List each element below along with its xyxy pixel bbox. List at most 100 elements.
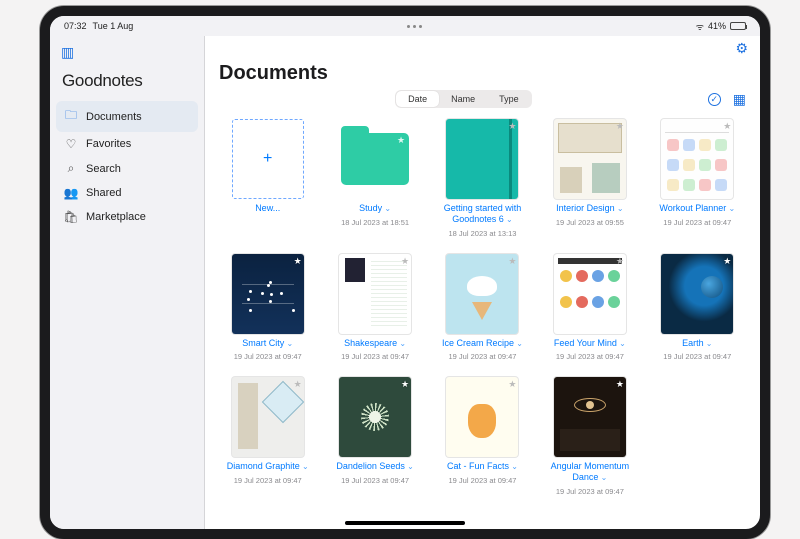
new-document-cell[interactable]: + New...: [219, 119, 316, 238]
app-brand: Goodnotes: [56, 69, 198, 99]
document-cell[interactable]: Ice Cream Recipe ⌄ 19 Jul 2023 at 09:47: [434, 254, 531, 362]
home-indicator[interactable]: [345, 521, 465, 525]
select-mode-icon[interactable]: ✓: [708, 93, 721, 106]
document-date: 19 Jul 2023 at 09:47: [234, 352, 302, 361]
document-title[interactable]: Diamond Graphite ⌄: [227, 461, 309, 472]
document-date: 18 Jul 2023 at 18:51: [341, 218, 409, 227]
chevron-down-icon: ⌄: [300, 462, 309, 471]
sidebar-item-shared[interactable]: 👥 Shared: [56, 181, 198, 205]
chevron-down-icon: ⌄: [284, 339, 293, 348]
document-cell[interactable]: Feed Your Mind ⌄ 19 Jul 2023 at 09:47: [541, 254, 638, 362]
document-cell[interactable]: Shakespeare ⌄19 Jul 2023 at 09:47: [326, 254, 423, 362]
documents-grid: + New... Study ⌄ 18 Jul 2023 at 18:51 Gettin…: [219, 119, 746, 496]
folder-thumb[interactable]: [339, 119, 411, 199]
document-title[interactable]: Workout Planner ⌄: [659, 203, 735, 214]
document-thumb[interactable]: [446, 377, 518, 457]
document-cell[interactable]: Workout Planner ⌄ 19 Jul 2023 at 09:47: [649, 119, 746, 238]
document-cell[interactable]: Dandelion Seeds ⌄ 19 Jul 2023 at 09:47: [326, 377, 423, 496]
document-date: 19 Jul 2023 at 09:47: [663, 352, 731, 361]
chevron-down-icon: ⌄: [405, 462, 414, 471]
new-document-thumb[interactable]: +: [232, 119, 304, 199]
folder-icon: 🗀: [64, 106, 78, 127]
chevron-down-icon: ⌄: [514, 339, 523, 348]
bag-icon: 🛍: [64, 210, 78, 224]
sort-option-type[interactable]: Type: [487, 91, 531, 107]
document-cell[interactable]: Cat - Fun Facts ⌄ 19 Jul 2023 at 09:47: [434, 377, 531, 496]
sidebar: ▥ Goodnotes 🗀 Documents ♡Favorites ⌕ Search 👥…: [50, 36, 205, 529]
document-date: 19 Jul 2023 at 09:55: [556, 218, 624, 227]
page-title: Documents: [205, 60, 760, 89]
battery-percent: 41%: [708, 21, 726, 31]
sidebar-item-label: Marketplace: [86, 211, 146, 223]
wifi-icon: ᯤ: [696, 20, 704, 33]
document-thumb[interactable]: [446, 119, 518, 199]
chevron-down-icon: ⌄: [615, 204, 624, 213]
document-title[interactable]: Ice Cream Recipe ⌄: [442, 338, 523, 349]
people-icon: 👥: [64, 186, 78, 200]
document-thumb[interactable]: [554, 119, 626, 199]
document-thumb[interactable]: [661, 119, 733, 199]
search-icon: ⌕: [64, 161, 78, 176]
document-cell[interactable]: Diamond Graphite ⌄19 Jul 2023 at 09:47: [219, 377, 316, 496]
chevron-down-icon: ⌄: [598, 473, 607, 482]
chevron-down-icon: ⌄: [509, 462, 518, 471]
document-title[interactable]: Shakespeare ⌄: [344, 338, 406, 349]
document-thumb[interactable]: [339, 254, 411, 334]
folder-cell[interactable]: Study ⌄ 18 Jul 2023 at 18:51: [326, 119, 423, 238]
document-date: 19 Jul 2023 at 09:47: [663, 218, 731, 227]
document-title[interactable]: Interior Design ⌄: [556, 203, 623, 214]
chevron-down-icon: ⌄: [617, 339, 626, 348]
sidebar-item-search[interactable]: ⌕ Search: [56, 156, 198, 181]
sidebar-item-label: Search: [86, 163, 121, 175]
document-thumb[interactable]: [661, 254, 733, 334]
document-title[interactable]: Cat - Fun Facts ⌄: [447, 461, 518, 472]
chevron-down-icon: ⌄: [504, 215, 513, 224]
document-thumb[interactable]: [232, 254, 304, 334]
document-cell[interactable]: Getting started with Goodnotes 6 ⌄ 18 Jul…: [434, 119, 531, 238]
sort-segmented-control[interactable]: DateNameType: [395, 90, 532, 108]
chevron-down-icon: ⌄: [726, 204, 735, 213]
document-cell[interactable]: Angular Momentum Dance ⌄ 19 Jul 2023 at 0…: [541, 377, 638, 496]
document-title[interactable]: Getting started with Goodnotes 6 ⌄: [434, 203, 530, 225]
status-bar: 07:32 Tue 1 Aug ᯤ 41%: [50, 16, 760, 36]
document-thumb[interactable]: [232, 377, 304, 457]
document-title[interactable]: Angular Momentum Dance ⌄: [542, 461, 638, 483]
status-time: 07:32: [64, 21, 87, 31]
document-title[interactable]: Earth ⌄: [682, 338, 712, 349]
document-thumb[interactable]: [554, 254, 626, 334]
document-date: 19 Jul 2023 at 09:47: [556, 487, 624, 496]
sidebar-item-label: Shared: [86, 187, 121, 199]
sidebar-item-documents[interactable]: 🗀 Documents: [56, 101, 198, 132]
document-title[interactable]: Dandelion Seeds ⌄: [336, 461, 414, 472]
status-date: Tue 1 Aug: [93, 21, 134, 31]
tablet-frame: 07:32 Tue 1 Aug ᯤ 41% ▥ Goodnotes 🗀 Docum…: [40, 6, 770, 539]
document-title[interactable]: Study ⌄: [359, 203, 391, 214]
multitask-dots-icon[interactable]: [407, 25, 422, 28]
chevron-down-icon: ⌄: [704, 339, 713, 348]
document-cell[interactable]: Interior Design ⌄ 19 Jul 2023 at 09:55: [541, 119, 638, 238]
document-date: 19 Jul 2023 at 09:47: [449, 476, 517, 485]
view-mode-icon[interactable]: ▦: [733, 91, 746, 108]
document-title[interactable]: Smart City ⌄: [242, 338, 293, 349]
sort-option-date[interactable]: Date: [396, 91, 439, 107]
sidebar-item-label: Documents: [86, 111, 142, 123]
document-thumb[interactable]: [554, 377, 626, 457]
document-title[interactable]: Feed Your Mind ⌄: [554, 338, 626, 349]
document-date: 18 Jul 2023 at 13:13: [449, 229, 517, 238]
settings-icon[interactable]: ⚙: [735, 40, 748, 57]
chevron-down-icon: ⌄: [382, 204, 391, 213]
toggle-sidebar-icon[interactable]: ▥: [61, 44, 74, 60]
document-cell[interactable]: Smart City ⌄ 19 Jul 2023 at 09:47: [219, 254, 316, 362]
document-thumb[interactable]: [446, 254, 518, 334]
sidebar-item-marketplace[interactable]: 🛍 Marketplace: [56, 205, 198, 229]
document-date: 19 Jul 2023 at 09:47: [556, 352, 624, 361]
document-cell[interactable]: Earth ⌄ 19 Jul 2023 at 09:47: [649, 254, 746, 362]
sort-option-name[interactable]: Name: [439, 91, 487, 107]
sidebar-item-label: Favorites: [86, 138, 131, 150]
document-thumb[interactable]: [339, 377, 411, 457]
sidebar-item-favorites[interactable]: ♡Favorites: [56, 132, 198, 156]
battery-icon: [730, 22, 746, 30]
document-date: 19 Jul 2023 at 09:47: [449, 352, 517, 361]
document-date: 19 Jul 2023 at 09:47: [341, 476, 409, 485]
new-document-label[interactable]: New...: [255, 203, 280, 214]
